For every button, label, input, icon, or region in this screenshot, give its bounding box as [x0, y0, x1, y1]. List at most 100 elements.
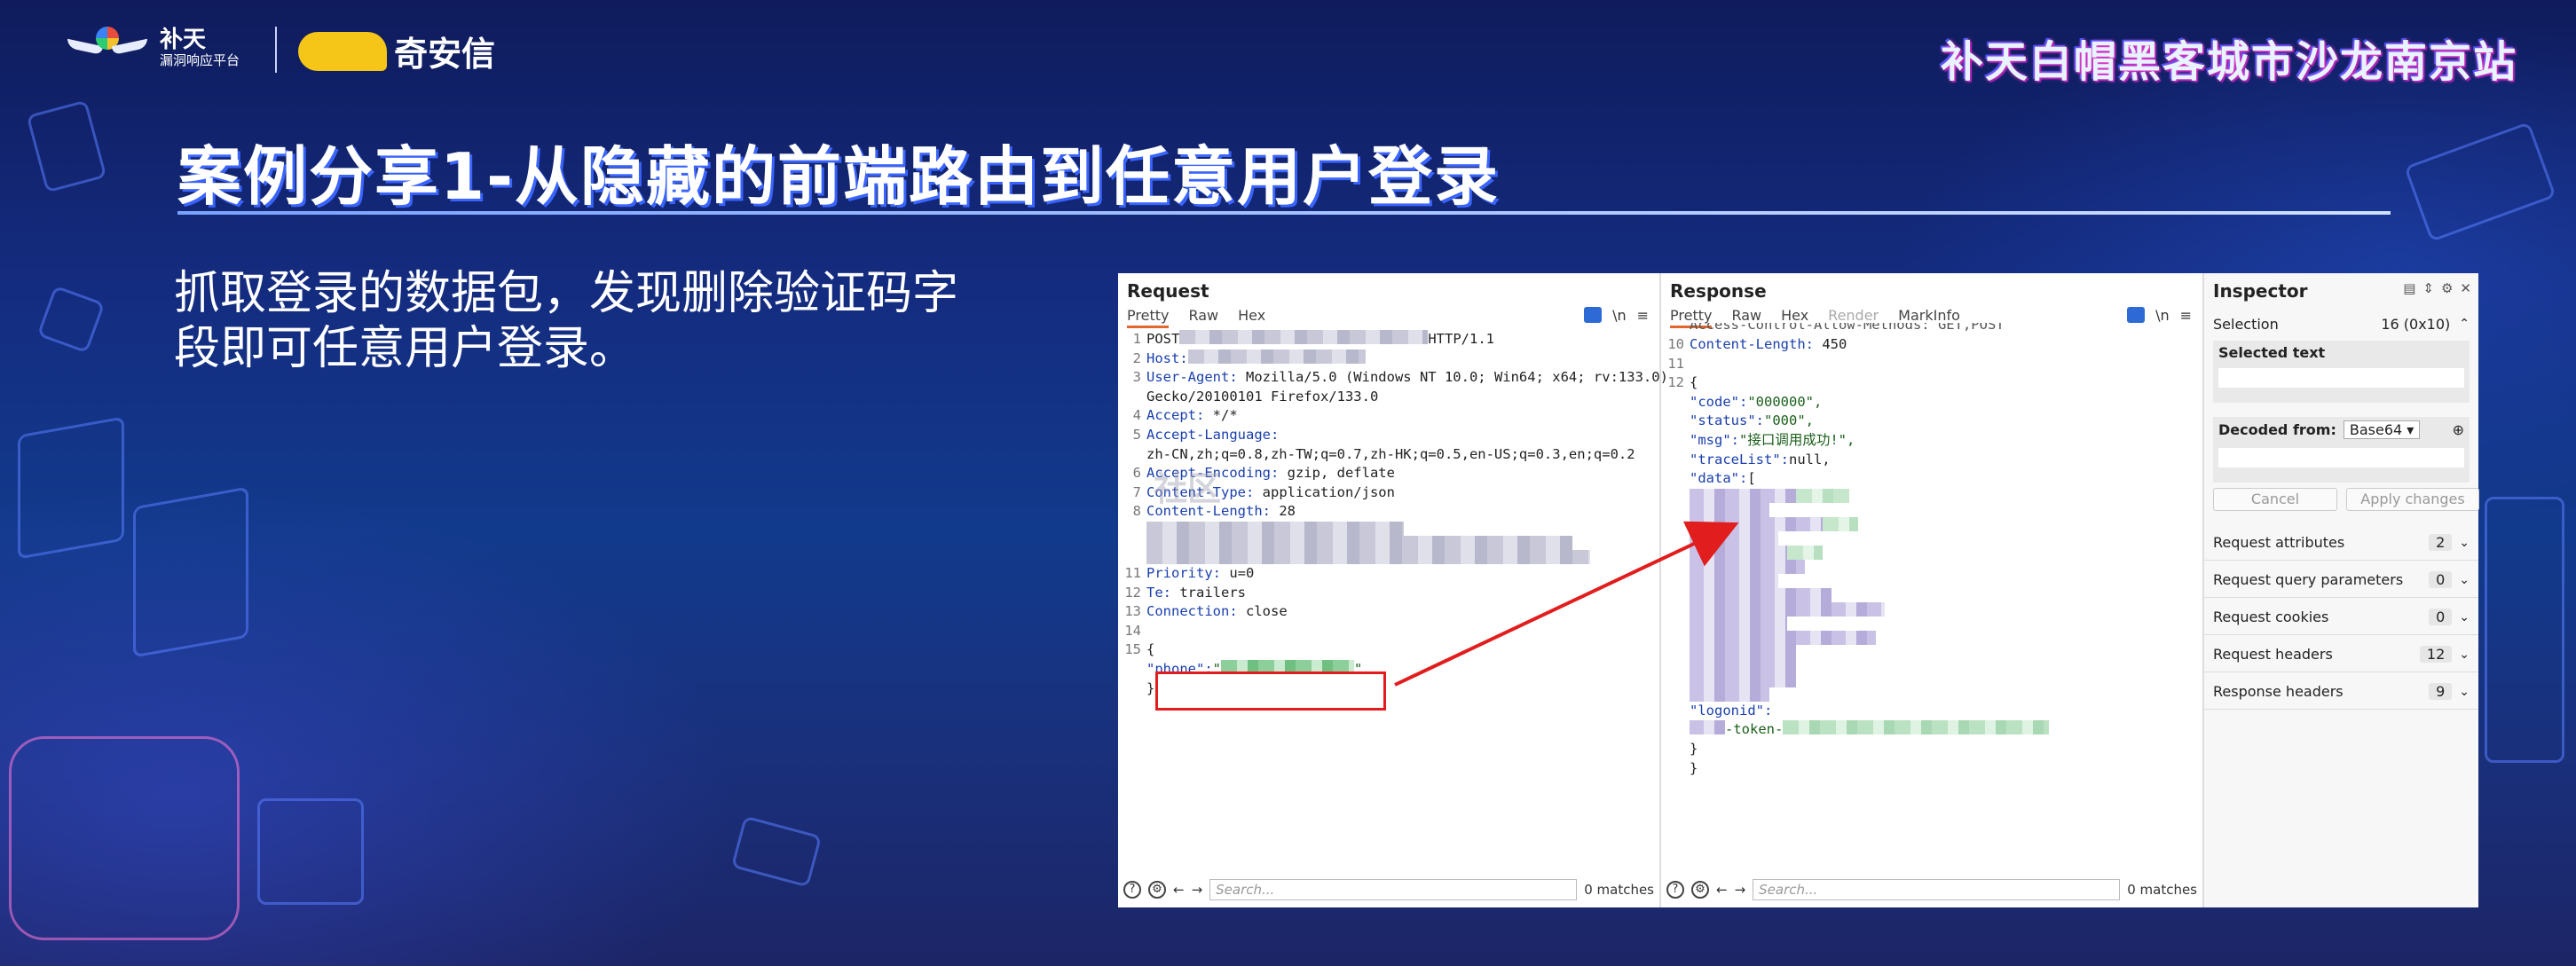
- redacted: [1796, 488, 1849, 503]
- slide-description: 抓取登录的数据包，发现删除验证码字段即可任意用户登录。: [174, 267, 959, 375]
- settings-icon[interactable]: ⚙: [1148, 881, 1166, 899]
- req-host-key: Host:: [1146, 349, 1188, 366]
- inspector-section-request-attributes[interactable]: Request attributes 2 ⌄: [2204, 525, 2478, 561]
- menu-icon[interactable]: ≡: [2180, 307, 2192, 324]
- redacted: [1690, 530, 1778, 546]
- request-tab-hex[interactable]: Hex: [1238, 307, 1265, 328]
- req-accept-key: Accept:: [1146, 407, 1205, 424]
- settings-icon[interactable]: ⚙: [1691, 881, 1709, 899]
- redacted: [1690, 559, 1805, 574]
- redacted: [1690, 630, 1876, 645]
- help-icon[interactable]: ?: [1123, 881, 1141, 899]
- settings-icon[interactable]: ⚙: [2441, 280, 2453, 296]
- res-code-key: "code":: [1690, 393, 1748, 410]
- req-body-open: {: [1146, 641, 1155, 658]
- res-status-val: "000",: [1764, 412, 1814, 429]
- req-method: POST: [1146, 331, 1180, 347]
- chevron-down-icon: ⌄: [2459, 684, 2470, 699]
- wrap-icon[interactable]: [2127, 307, 2146, 323]
- add-icon[interactable]: ⊕: [2453, 421, 2464, 438]
- res-trace-key: "traceList":: [1690, 451, 1789, 467]
- response-title: Response: [1670, 280, 1767, 302]
- qianxin-logo-name: 奇安信: [394, 35, 496, 74]
- apply-changes-button[interactable]: Apply changes: [2346, 488, 2479, 511]
- req-clen-val: 28: [1270, 503, 1296, 520]
- decoded-from-select[interactable]: Base64 ▾: [2343, 420, 2421, 439]
- request-tab-pretty[interactable]: Pretty: [1127, 307, 1170, 328]
- redacted: [1823, 516, 1858, 531]
- prev-icon[interactable]: ←: [1716, 882, 1728, 898]
- redacted: [1690, 616, 1787, 631]
- request-tools: \n ≡: [1584, 307, 1649, 324]
- req-ua-key: User-Agent:: [1146, 369, 1238, 386]
- redacted: [1187, 349, 1366, 364]
- request-matches: 0 matches: [1584, 882, 1654, 898]
- slide-title: 案例分享1-从隐藏的前端路由到任意用户登录: [177, 139, 1500, 214]
- selected-text-value[interactable]: [2218, 368, 2464, 388]
- req-ua-val2: Gecko/20100101 Firefox/133.0: [1146, 388, 1379, 404]
- chevron-down-icon: ⌄: [2459, 647, 2470, 662]
- response-body: Access-Control-Allow-Methods: GET,POST 1…: [1661, 323, 2202, 778]
- help-icon[interactable]: ?: [1666, 881, 1684, 899]
- req-te-val: trailers: [1171, 584, 1246, 601]
- chevron-down-icon: ⌄: [2459, 609, 2470, 624]
- menu-icon[interactable]: ≡: [1637, 307, 1649, 324]
- inspector-section-request-cookies[interactable]: Request cookies 0 ⌄: [2204, 600, 2478, 635]
- response-search-input[interactable]: Search...: [1753, 879, 2121, 900]
- request-tab-raw[interactable]: Raw: [1188, 307, 1218, 328]
- res-close-all: }: [1690, 759, 1698, 776]
- request-search-input[interactable]: Search...: [1209, 879, 1578, 900]
- prev-icon[interactable]: ←: [1173, 882, 1185, 898]
- newline-toggle[interactable]: \n: [2155, 307, 2170, 324]
- req-conn-val: close: [1237, 603, 1288, 620]
- res-data-val: [: [1747, 470, 1756, 487]
- redacted: [1690, 658, 1796, 673]
- next-icon[interactable]: →: [1192, 882, 1203, 898]
- res-code-val: "000000",: [1747, 393, 1823, 410]
- deco-right-tower: [2485, 497, 2564, 763]
- res-clen-key: Content-Length:: [1690, 336, 1814, 352]
- butian-logo: 补天 漏洞响应平台: [67, 25, 240, 71]
- logo-divider: [275, 27, 277, 73]
- next-icon[interactable]: →: [1735, 882, 1746, 898]
- wrap-icon[interactable]: [1584, 307, 1603, 323]
- watermark: 社区: [1154, 469, 1222, 508]
- res-partial-line: Access-Control-Allow-Methods: GET,POST: [1690, 323, 2005, 333]
- close-icon[interactable]: ✕: [2460, 280, 2471, 296]
- newline-toggle[interactable]: \n: [1612, 307, 1627, 324]
- req-enc-val: gzip, deflate: [1279, 465, 1395, 482]
- request-body: 1 POST HTTP/1.1 2 Host: 3 User-Agent: Mozil…: [1118, 330, 1668, 698]
- butian-logo-name: 补天: [160, 27, 207, 54]
- inspector-selection[interactable]: Selection 16 (0x10) ⌃: [2204, 312, 2478, 335]
- redacted: [1690, 573, 1778, 588]
- redacted: [1146, 549, 1590, 564]
- res-msg-val: "接口调用成功!",: [1739, 431, 1855, 448]
- res-data-key: "data":: [1690, 470, 1748, 487]
- split-icon[interactable]: ⇕: [2422, 280, 2434, 296]
- inspector-section-request-query[interactable]: Request query parameters 0 ⌄: [2204, 562, 2478, 598]
- butian-logo-subtitle: 漏洞响应平台: [160, 52, 240, 69]
- redacted: [1690, 720, 1725, 735]
- redacted: [1690, 502, 1769, 517]
- res-clen-val: 450: [1813, 336, 1847, 352]
- response-footer: ? ⚙ ← → Search... 0 matches: [1666, 877, 2197, 902]
- chevron-down-icon: ⌄: [2459, 535, 2470, 550]
- inspector-section-request-headers[interactable]: Request headers 12 ⌄: [2204, 637, 2478, 672]
- redacted: [1690, 601, 1885, 617]
- selected-text-box: Selected text: [2213, 341, 2470, 403]
- res-token-val: -token-: [1725, 721, 1784, 738]
- cancel-button[interactable]: Cancel: [2213, 488, 2337, 511]
- selection-label: Selection: [2213, 315, 2279, 333]
- req-priority-val: u=0: [1221, 564, 1255, 581]
- deco-robot: [9, 736, 240, 940]
- butian-logo-icon: [67, 25, 147, 71]
- req-conn-key: Connection:: [1146, 603, 1238, 620]
- res-close-obj: }: [1690, 740, 1698, 757]
- req-ua-val: Mozilla/5.0 (Windows NT 10.0; Win64; x64…: [1237, 369, 1668, 386]
- chevron-down-icon: ⌄: [2459, 572, 2470, 587]
- phone-highlight-box: [1155, 671, 1386, 711]
- layout-icon[interactable]: ▤: [2403, 280, 2415, 296]
- inspector-title: Inspector: [2213, 280, 2308, 302]
- inspector-section-response-headers[interactable]: Response headers 9 ⌄: [2204, 674, 2478, 710]
- decoded-value[interactable]: [2218, 448, 2464, 467]
